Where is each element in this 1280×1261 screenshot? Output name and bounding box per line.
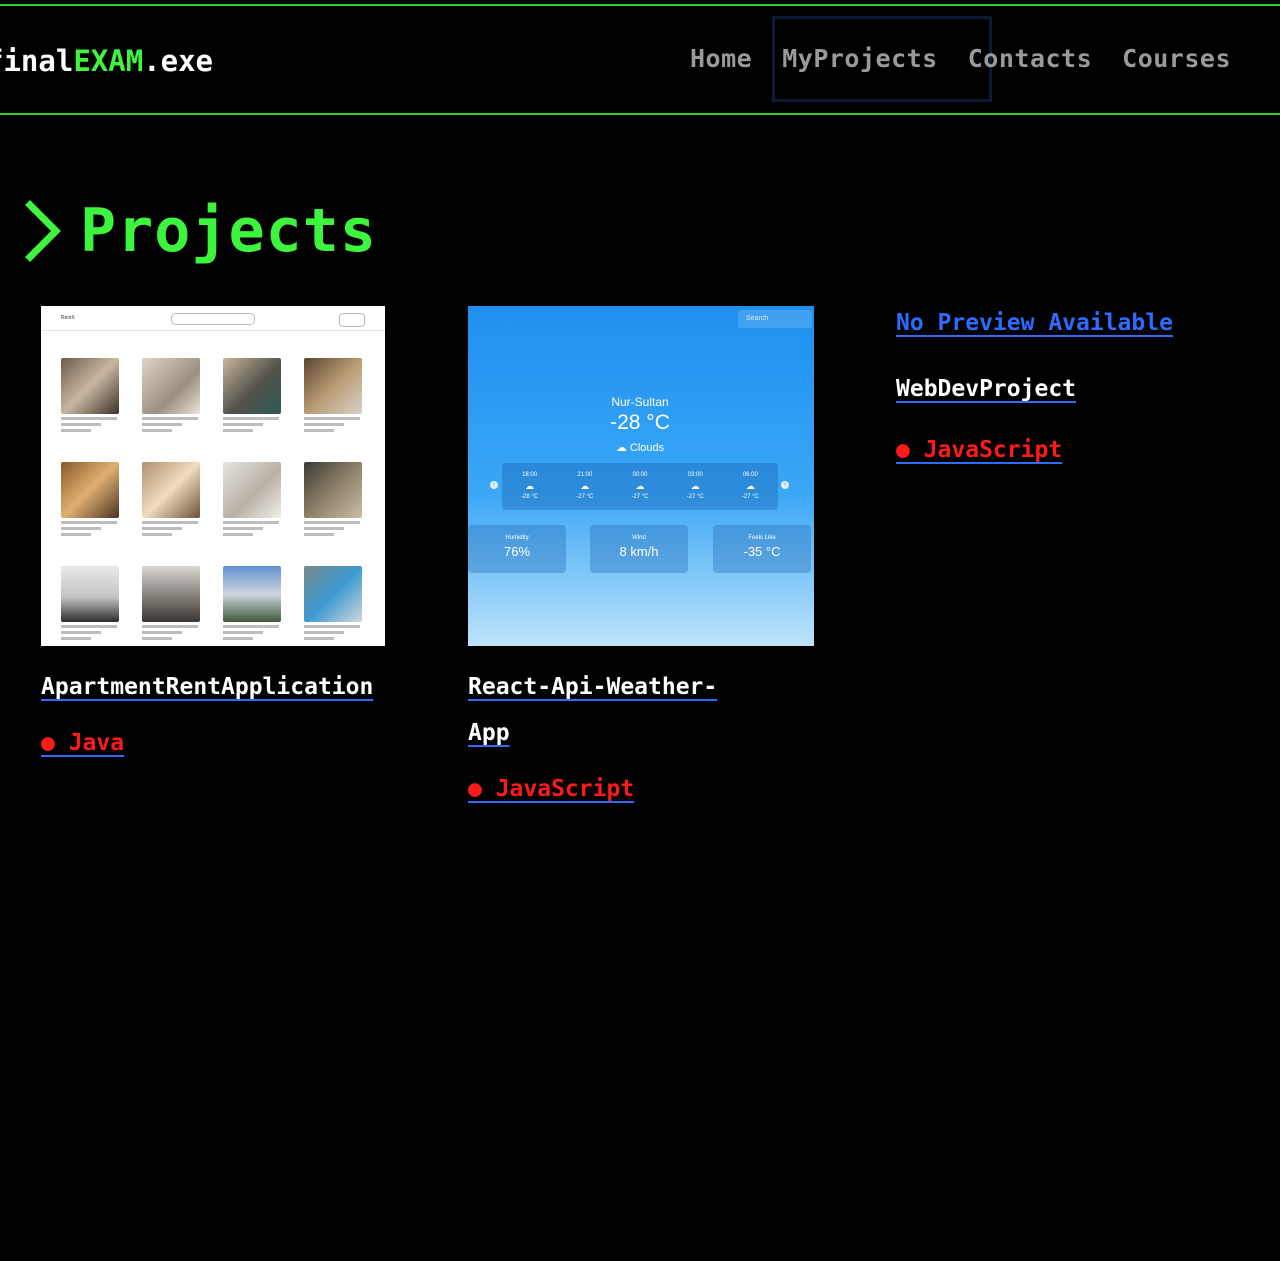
stat-feels-like: Feels Like -35 °C [713, 525, 811, 573]
listing-item [142, 358, 202, 432]
project-title-link[interactable]: WebDevProject [896, 366, 1173, 412]
cloud-icon: ☁ [525, 481, 535, 491]
brand-text-part1: final [0, 44, 74, 78]
forecast-slot: 18:00 ☁ -28 °C [521, 470, 538, 503]
listing-item [61, 358, 121, 432]
project-card: No Preview Available WebDevProject ● Jav… [896, 310, 1173, 463]
chevron-left-icon: ‹ [490, 481, 498, 489]
forecast-slot: 21:00 ☁ -27 °C [576, 470, 593, 503]
preview-temperature: -28 °C [610, 411, 670, 434]
project-language-link[interactable]: ● Java [41, 730, 124, 756]
project-language-link[interactable]: ● JavaScript [468, 776, 634, 802]
stat-value: 8 km/h [619, 544, 659, 559]
forecast-time: 21:00 [577, 472, 593, 478]
forecast-slot: 06:00 ☁ -27 °C [742, 470, 759, 503]
cloud-icon: ☁ [745, 481, 755, 491]
preview-city: Nur-Sultan [611, 395, 669, 409]
listing-item [61, 566, 121, 640]
listing-item [142, 462, 202, 536]
stat-value: 76% [503, 544, 531, 559]
navbar: finalEXAM.exe Home MyProjects Contacts C… [0, 6, 1280, 115]
stat-value: -35 °C [743, 544, 781, 559]
forecast-time: 18:00 [522, 472, 538, 478]
brand-text-part2: EXAM [73, 44, 144, 78]
cloud-icon: ☁ [615, 442, 630, 454]
preview-logo: RentX [61, 315, 75, 321]
project-preview-image[interactable]: RentX [41, 306, 385, 646]
cloud-icon: ☁ [690, 481, 700, 491]
listing-item [223, 462, 283, 536]
nav-courses[interactable]: Courses [1122, 44, 1231, 73]
forecast-temp: -28 °C [521, 494, 539, 500]
chevron-right-icon: › [781, 481, 789, 489]
stat-label: Wind [632, 535, 646, 541]
chevron-right-icon [25, 200, 61, 262]
listing-item [223, 358, 283, 432]
stat-wind: Wind 8 km/h [590, 525, 688, 573]
project-title-line1: React-Api-Weather- [468, 674, 718, 700]
forecast-slot: 03:00 ☁ -27 °C [687, 470, 704, 503]
project-card: RentX ApartmentRentApplication ● Java [41, 306, 385, 756]
stat-label: Feels Like [748, 535, 776, 541]
preview-forecast: 18:00 ☁ -28 °C 21:00 ☁ -27 °C 00:00 ☁ -27 °C 0… [502, 463, 778, 510]
page-title: Projects [80, 196, 377, 266]
project-title-line2: App [468, 720, 510, 746]
project-title-link[interactable]: React-Api-Weather- App [468, 664, 814, 756]
project-language-link[interactable]: ● JavaScript [896, 437, 1062, 463]
forecast-temp: -27 °C [686, 494, 704, 500]
preview-icons [339, 313, 365, 327]
listing-item [304, 358, 364, 432]
cloud-icon: ☁ [580, 481, 590, 491]
listing-item [223, 566, 283, 640]
forecast-slot: 00:00 ☁ -27 °C [631, 470, 648, 503]
listing-item [304, 566, 364, 640]
brand-logo[interactable]: finalEXAM.exe [0, 44, 213, 78]
cloud-icon: ☁ [635, 481, 645, 491]
nav-home[interactable]: Home [690, 44, 752, 73]
forecast-temp: -27 °C [741, 494, 759, 500]
stat-label: Humidity [505, 535, 529, 541]
section-heading: Projects [24, 196, 377, 266]
nav-contacts[interactable]: Contacts [968, 44, 1092, 73]
preview-header: RentX [41, 306, 385, 331]
forecast-time: 00:00 [632, 472, 648, 478]
listing-item [142, 566, 202, 640]
stat-humidity: Humidity 76% [468, 525, 566, 573]
preview-listing-grid [61, 358, 364, 640]
preview-condition: ☁ Clouds [468, 441, 812, 454]
project-card: Search Nur-Sultan -28 °C ☁ Clouds ‹ › 18… [468, 306, 814, 802]
preview-condition-text: Clouds [629, 442, 665, 454]
listing-item [61, 462, 121, 536]
forecast-temp: -27 °C [576, 494, 594, 500]
listing-item [304, 462, 364, 536]
brand-text-part3: .exe [143, 44, 213, 78]
nav-links: Home MyProjects Contacts Courses [690, 44, 1261, 73]
preview-search-input: Search [738, 310, 812, 328]
forecast-time: 06:00 [742, 472, 758, 478]
preview-search-bar [171, 313, 255, 325]
forecast-temp: -27 °C [631, 494, 649, 500]
no-preview-link[interactable]: No Preview Available [896, 310, 1173, 336]
project-preview-image[interactable]: Search Nur-Sultan -28 °C ☁ Clouds ‹ › 18… [468, 306, 814, 646]
forecast-time: 03:00 [687, 472, 703, 478]
project-title-link[interactable]: ApartmentRentApplication [41, 664, 385, 710]
nav-myprojects[interactable]: MyProjects [782, 44, 938, 73]
